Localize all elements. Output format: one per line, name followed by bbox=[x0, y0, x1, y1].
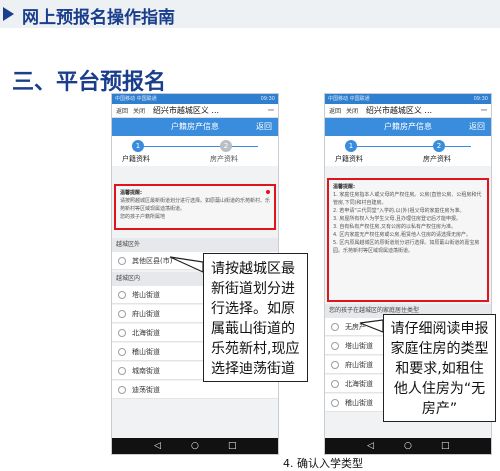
notice-line: 1. 家庭住房指本人或父母的产权住房。公房(直管公房、公租房和代管房,下同)和村… bbox=[333, 192, 482, 206]
radio-icon[interactable] bbox=[331, 342, 339, 350]
red-dot-icon bbox=[266, 190, 270, 194]
more-menu-icon[interactable]: ⋯ bbox=[481, 104, 487, 118]
status-time: 09:30 bbox=[260, 96, 275, 102]
radio-icon[interactable] bbox=[118, 257, 126, 265]
play-triangle-icon bbox=[3, 7, 14, 21]
slide-title: 三、平台预报名 bbox=[12, 70, 167, 95]
step-2-label: 房产资料 bbox=[210, 155, 238, 163]
radio-icon[interactable] bbox=[331, 399, 339, 407]
nav-recent-icon[interactable]: □ bbox=[228, 438, 237, 454]
notice-box-highlighted: 温馨提醒: 请按照越城区最新街道划分进行选择。如原蕺山街道的乐苑新村、乐苑新村等… bbox=[114, 184, 276, 230]
radio-icon[interactable] bbox=[118, 367, 126, 375]
close-link[interactable]: 关闭 bbox=[133, 108, 145, 115]
nav-back-icon[interactable]: ◁ bbox=[367, 438, 374, 454]
notice-text: 请按照越城区最新街道划分进行选择。如原蕺山街道的乐苑新村、乐苑新村等区域现属迪荡… bbox=[120, 198, 271, 212]
nav-home-icon[interactable]: ○ bbox=[404, 438, 412, 454]
back-link[interactable]: 返回 bbox=[329, 108, 341, 115]
close-link[interactable]: 关闭 bbox=[346, 108, 358, 115]
notice-line: 4. 区内家庭无产权住房或公房,租赁他人住房的请选择无房产。 bbox=[333, 232, 471, 238]
step-2-circle: 2 bbox=[220, 140, 232, 152]
step-1-label: 户籍资料 bbox=[335, 155, 363, 163]
page-title-bar: 户籍房产信息 返回 bbox=[112, 118, 278, 136]
nav-back-icon[interactable]: ◁ bbox=[154, 438, 161, 454]
slide-caption: 4. 确认入学类型 bbox=[283, 457, 363, 470]
notice-line: 3. 自有私有产权住房,又有公房的以私有产权住房为准。 bbox=[333, 224, 456, 230]
callout-left: 请按越城区最新街道划分进行选择。如原属蕺山街道的乐苑新村,现应选择迪荡街道 bbox=[203, 253, 308, 382]
radio-icon[interactable] bbox=[118, 329, 126, 337]
slide-header-text: 网上预报名操作指南 bbox=[22, 8, 175, 28]
back-link[interactable]: 返回 bbox=[116, 108, 128, 115]
android-nav-bar: ◁ ○ □ bbox=[112, 438, 278, 454]
radio-icon[interactable] bbox=[118, 291, 126, 299]
step-1-label: 户籍资料 bbox=[122, 155, 150, 163]
section-outside: 越城区外 bbox=[112, 238, 278, 252]
radio-icon[interactable] bbox=[118, 348, 126, 356]
slide-header: 网上预报名操作指南 bbox=[0, 0, 500, 28]
carrier-text: 中国移动 中国联通 bbox=[328, 96, 370, 102]
step-1-circle: 1 bbox=[345, 140, 357, 152]
app-title: 绍兴市越城区义 ... bbox=[365, 106, 433, 115]
step-line bbox=[132, 146, 258, 147]
android-nav-bar: ◁ ○ □ bbox=[325, 438, 491, 454]
status-time: 09:30 bbox=[473, 96, 488, 102]
radio-icon[interactable] bbox=[331, 323, 339, 331]
app-title: 绍兴市越城区义 ... bbox=[152, 106, 220, 115]
more-menu-icon[interactable]: ⋯ bbox=[268, 104, 274, 118]
notice-line: 3. 房屋所有权人为学生父母,且办理住房登记后才能申报。 bbox=[333, 216, 461, 222]
page-title: 户籍房产信息 bbox=[384, 122, 432, 131]
page-back-button[interactable]: 返回 bbox=[256, 118, 272, 136]
status-bar: 中国移动 中国联通 09:30 bbox=[112, 94, 278, 104]
notice-line: 5. 区内原属越城区的原街道划分进行选择。如原蕺山街道的嘉宝房园。乐苑新村等区域… bbox=[333, 240, 480, 254]
step-indicator: 1 2 户籍资料 房产资料 bbox=[112, 136, 278, 166]
notice-tail: 您的孩子户籍所属地 bbox=[120, 214, 166, 220]
notice-line: 2. 若申请"三代同堂"入学的,以(外)祖父母的家庭住房为准。 bbox=[333, 208, 465, 214]
radio-icon[interactable] bbox=[118, 386, 126, 394]
notice-box-highlighted: 温馨提醒: 1. 家庭住房指本人或父母的产权住房。公房(直管公房、公租房和代管房… bbox=[327, 178, 489, 302]
browser-title-bar: 返回 关闭 绍兴市越城区义 ... ⋯ bbox=[112, 104, 278, 118]
page-back-button[interactable]: 返回 bbox=[469, 118, 485, 136]
step-line bbox=[345, 146, 471, 147]
step-2-label: 房产资料 bbox=[423, 155, 451, 163]
browser-title-bar: 返回 关闭 绍兴市越城区义 ... ⋯ bbox=[325, 104, 491, 118]
status-bar: 中国移动 中国联通 09:30 bbox=[325, 94, 491, 104]
notice-title: 温馨提醒: bbox=[333, 184, 355, 190]
nav-recent-icon[interactable]: □ bbox=[441, 438, 450, 454]
step-indicator: 1 2 户籍资料 房产资料 bbox=[325, 136, 491, 166]
radio-icon[interactable] bbox=[331, 361, 339, 369]
notice-title: 温馨提醒: bbox=[120, 190, 142, 196]
nav-home-icon[interactable]: ○ bbox=[191, 438, 199, 454]
page-title: 户籍房产信息 bbox=[171, 122, 219, 131]
carrier-text: 中国移动 中国联通 bbox=[115, 96, 157, 102]
radio-icon[interactable] bbox=[331, 380, 339, 388]
radio-icon[interactable] bbox=[118, 310, 126, 318]
step-2-circle: 2 bbox=[433, 140, 445, 152]
step-1-circle: 1 bbox=[132, 140, 144, 152]
callout-right: 请仔细阅读申报家庭住房的类型和要求,如租住他人住房为“无房产” bbox=[383, 314, 496, 422]
page-title-bar: 户籍房产信息 返回 bbox=[325, 118, 491, 136]
list-item[interactable]: 迪荡街道 bbox=[112, 381, 278, 399]
